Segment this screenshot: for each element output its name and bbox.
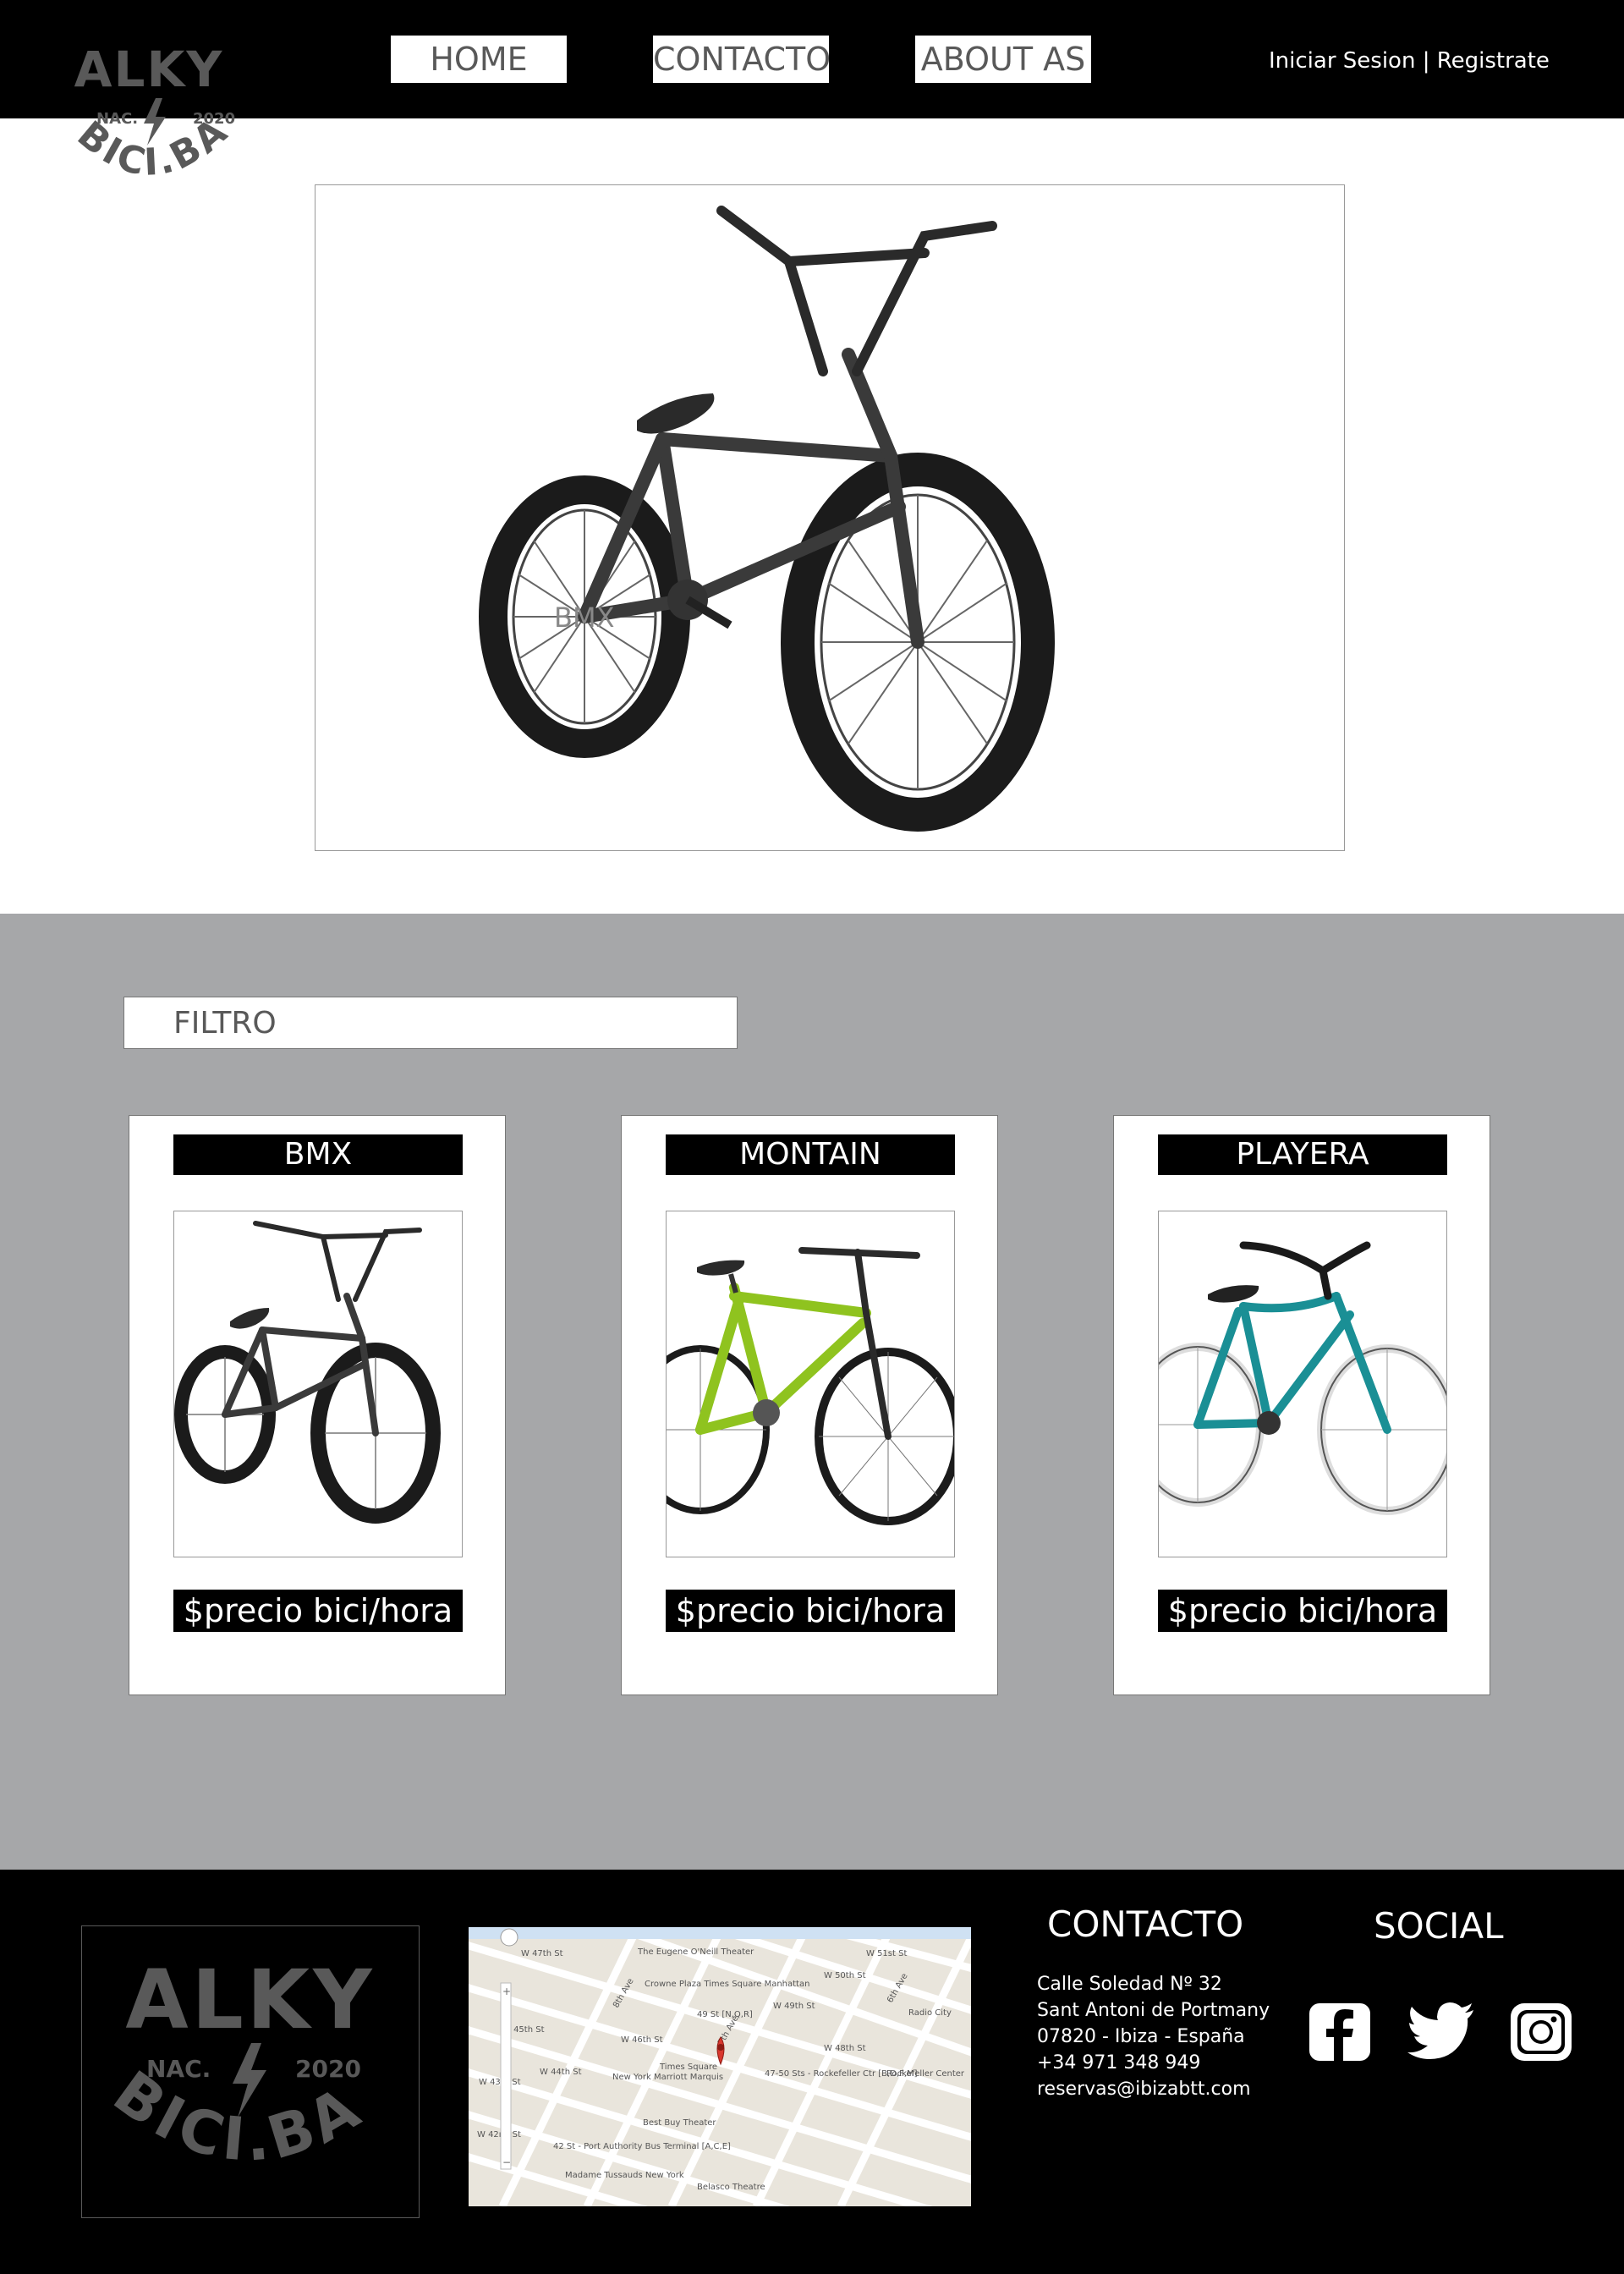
card-title: PLAYERA — [1158, 1134, 1447, 1175]
bike-card-playera[interactable]: PLAYERA $precio bici/hora — [1113, 1115, 1490, 1695]
svg-text:ALKY: ALKY — [125, 1953, 375, 2047]
svg-text:Radio City: Radio City — [908, 2008, 952, 2018]
svg-text:The Eugene O'Neill Theater: The Eugene O'Neill Theater — [637, 1947, 754, 1957]
footer-contact-heading: CONTACTO — [1047, 1903, 1244, 1945]
bike-card-bmx[interactable]: BMX $precio bici/hora — [129, 1115, 506, 1695]
svg-text:W 49th St: W 49th St — [773, 2002, 815, 2011]
svg-text:W 48th St: W 48th St — [824, 2044, 866, 2053]
svg-text:W 51st St: W 51st St — [866, 1949, 907, 1958]
card-title: MONTAIN — [666, 1134, 955, 1175]
bike-card-montain[interactable]: MONTAIN $precio bici/hora — [621, 1115, 998, 1695]
nav-contacto[interactable]: CONTACTO — [653, 36, 831, 83]
svg-text:W 43rd St: W 43rd St — [479, 2078, 521, 2087]
instagram-icon[interactable] — [1509, 2002, 1573, 2063]
catalog-section: FILTRO BMX $precio bici/hora MONTAIN $pr… — [0, 914, 1624, 1870]
svg-text:Times Square: Times Square — [659, 2063, 717, 2072]
nav-about[interactable]: ABOUT AS — [915, 36, 1091, 83]
nav-home[interactable]: HOME — [391, 36, 567, 83]
hero-caption: BMX — [554, 601, 614, 634]
hero-banner: BMX — [315, 184, 1345, 851]
mountain-bike-image — [666, 1211, 955, 1557]
svg-text:Belasco Theatre: Belasco Theatre — [697, 2183, 765, 2192]
svg-text:W 46th St: W 46th St — [621, 2035, 663, 2045]
footer-address: Calle Soledad Nº 32 Sant Antoni de Portm… — [1037, 1971, 1270, 2102]
svg-text:Rockefeller Center: Rockefeller Center — [886, 2069, 965, 2079]
cruiser-bike-image — [1158, 1211, 1447, 1557]
facebook-icon[interactable] — [1308, 2002, 1372, 2063]
bmx-bike-image — [173, 1211, 463, 1557]
card-price: $precio bici/hora — [1158, 1590, 1447, 1632]
hero-bmx-image: BMX — [479, 206, 1055, 832]
svg-text:Madame Tussauds New York: Madame Tussauds New York — [565, 2171, 684, 2180]
card-price: $precio bici/hora — [173, 1590, 463, 1632]
footer-social-heading: SOCIAL — [1374, 1905, 1504, 1947]
svg-text:W 42nd St: W 42nd St — [477, 2130, 521, 2139]
svg-text:+: + — [502, 1986, 511, 1997]
svg-text:W 44th St: W 44th St — [540, 2068, 582, 2077]
footer-logo: ALKY NAC. 2020 BICI.BA — [81, 1925, 420, 2218]
svg-text:W 50th St: W 50th St — [824, 1971, 866, 1980]
footer: ALKY NAC. 2020 BICI.BA W 47th St The Eug… — [0, 1870, 1624, 2274]
email-link[interactable]: reservas@ibizabtt.com — [1037, 2076, 1270, 2102]
svg-text:42 St - Port Authority Bus Ter: 42 St - Port Authority Bus Terminal [A,C… — [553, 2142, 731, 2151]
svg-text:−: − — [502, 2156, 511, 2168]
card-title: BMX — [173, 1134, 463, 1175]
card-price: $precio bici/hora — [666, 1590, 955, 1632]
svg-text:49 St [N,Q,R]: 49 St [N,Q,R] — [697, 2010, 753, 2019]
site-logo[interactable]: ALKY NAC. 2020 BICI.BA — [64, 36, 259, 205]
location-map[interactable]: W 47th St The Eugene O'Neill Theater Cro… — [469, 1927, 971, 2206]
svg-text:Crowne Plaza Times Square Manh: Crowne Plaza Times Square Manhattan — [645, 1980, 809, 1989]
login-register-link[interactable]: Iniciar Sesion | Registrate — [1269, 44, 1550, 78]
svg-text:W 47th St: W 47th St — [521, 1949, 563, 1958]
svg-text:ALKY: ALKY — [74, 41, 224, 98]
twitter-icon[interactable] — [1407, 2002, 1473, 2063]
svg-text:New York Marriott Marquis: New York Marriott Marquis — [612, 2073, 723, 2082]
svg-text:Best Buy Theater: Best Buy Theater — [643, 2118, 716, 2128]
filter-input[interactable]: FILTRO — [123, 997, 738, 1049]
